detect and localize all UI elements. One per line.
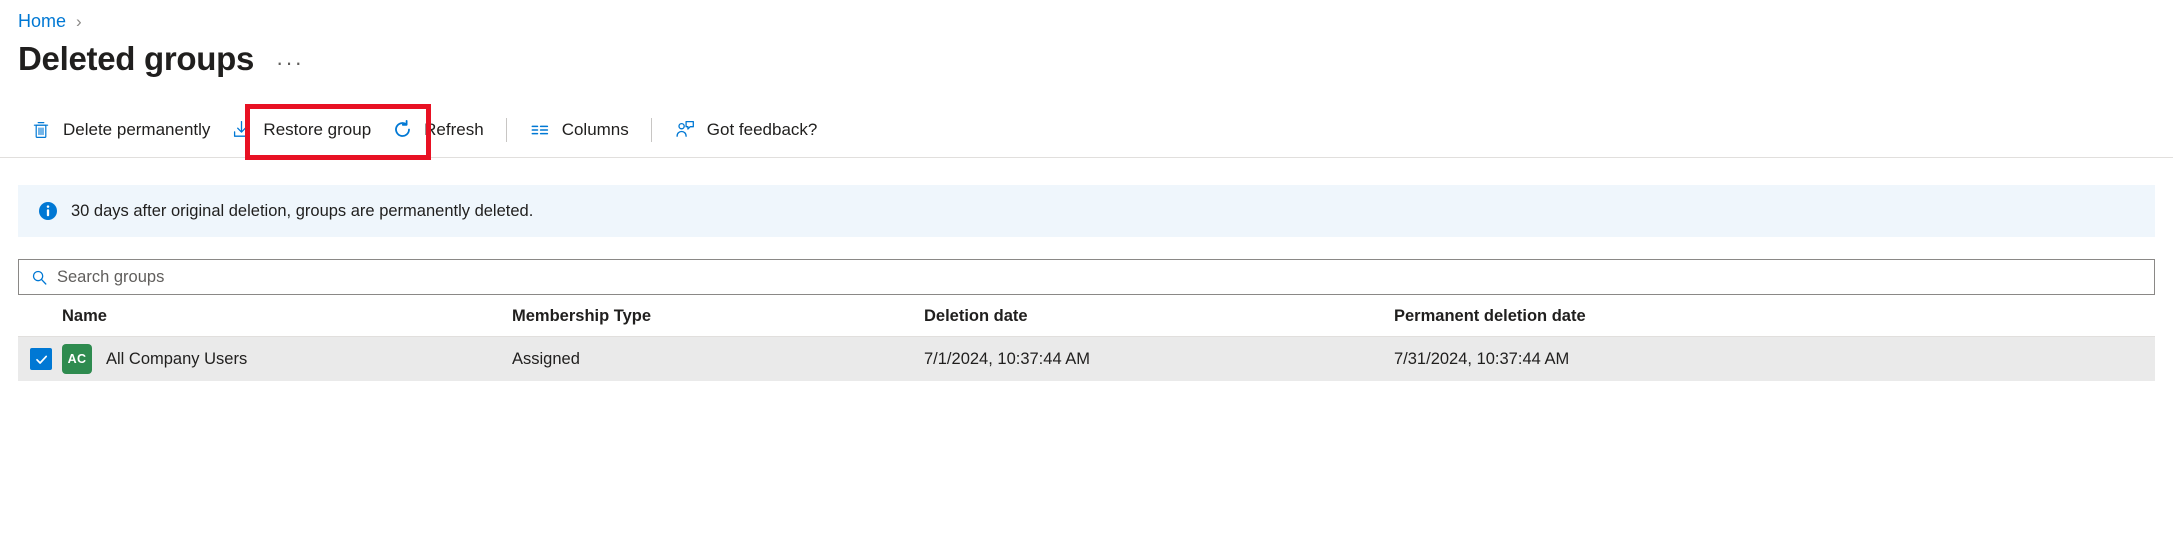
got-feedback-label: Got feedback? xyxy=(706,119,818,139)
command-bar-container: Delete permanently Restore group Refresh… xyxy=(0,102,2173,160)
chevron-right-icon: › xyxy=(76,11,82,31)
avatar: AC xyxy=(62,344,92,374)
table-header-row: Name Membership Type Deletion date Perma… xyxy=(18,295,2155,337)
trash-icon xyxy=(30,119,52,141)
refresh-button[interactable]: Refresh xyxy=(381,110,494,150)
columns-label: Columns xyxy=(561,119,629,139)
row-permanent-deletion-date: 7/31/2024, 10:37:44 AM xyxy=(1394,350,1570,368)
restore-download-icon xyxy=(230,119,252,141)
delete-permanently-button[interactable]: Delete permanently xyxy=(20,110,220,150)
toolbar-divider xyxy=(505,117,507,142)
feedback-person-icon xyxy=(674,119,696,141)
column-header-deletion-date[interactable]: Deletion date xyxy=(924,306,1394,326)
breadcrumb: Home › xyxy=(0,0,2173,30)
row-name-cell: AC All Company Users xyxy=(62,344,512,374)
deleted-groups-table: Name Membership Type Deletion date Perma… xyxy=(18,295,2155,381)
columns-button[interactable]: Columns xyxy=(519,110,639,150)
row-membership-type: Assigned xyxy=(512,350,580,368)
search-box[interactable] xyxy=(18,259,2155,295)
row-checkbox-cell xyxy=(18,348,62,370)
search-icon xyxy=(30,268,48,286)
command-bar: Delete permanently Restore group Refresh… xyxy=(0,102,2173,157)
restore-group-label: Restore group xyxy=(263,119,372,139)
info-icon xyxy=(38,201,58,221)
row-checkbox[interactable] xyxy=(30,348,52,370)
column-header-permanent-deletion-date[interactable]: Permanent deletion date xyxy=(1394,306,2155,326)
delete-permanently-label: Delete permanently xyxy=(63,119,211,139)
columns-icon xyxy=(529,119,551,141)
page-title-row: Deleted groups ··· xyxy=(0,30,2173,78)
restore-group-button[interactable]: Restore group xyxy=(220,110,381,150)
row-deletion-date: 7/1/2024, 10:37:44 AM xyxy=(924,350,1091,368)
refresh-icon xyxy=(391,119,413,141)
page-title: Deleted groups xyxy=(18,40,255,77)
toolbar-divider xyxy=(650,117,652,142)
got-feedback-button[interactable]: Got feedback? xyxy=(664,110,828,150)
table-row[interactable]: AC All Company Users Assigned 7/1/2024, … xyxy=(18,337,2155,381)
breadcrumb-item-home[interactable]: Home xyxy=(18,12,66,30)
info-banner-text: 30 days after original deletion, groups … xyxy=(71,202,534,220)
refresh-label: Refresh xyxy=(424,119,484,139)
column-header-name[interactable]: Name xyxy=(62,306,512,326)
row-group-name[interactable]: All Company Users xyxy=(106,350,247,369)
column-header-membership-type[interactable]: Membership Type xyxy=(512,306,924,326)
more-options-icon[interactable]: ··· xyxy=(276,48,304,74)
info-banner: 30 days after original deletion, groups … xyxy=(18,185,2155,237)
search-input[interactable] xyxy=(57,261,2154,293)
